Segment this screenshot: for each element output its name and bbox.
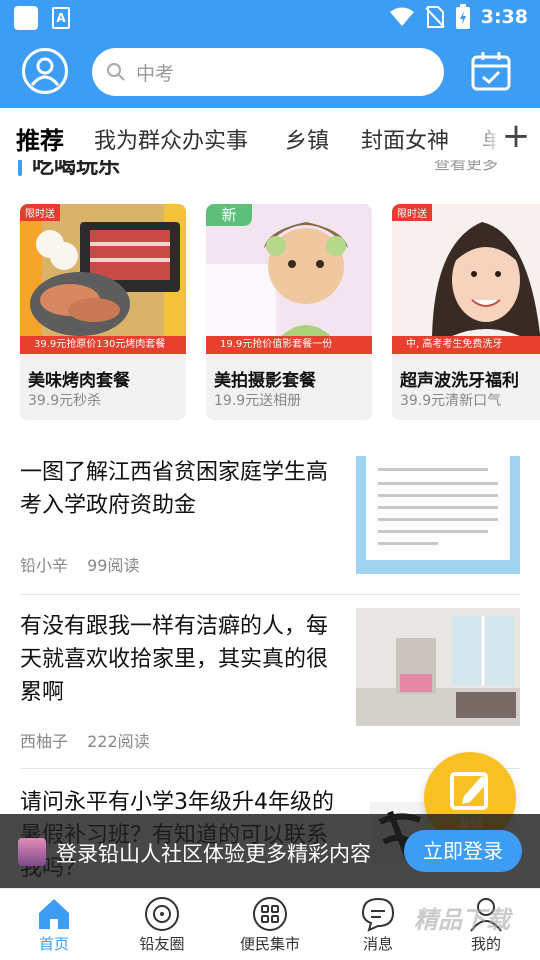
- card-image-banner: 19.9元抢价值影套餐一份: [206, 336, 372, 354]
- article-meta: 西柚子 222阅读: [20, 728, 164, 752]
- add-tab-button[interactable]: +: [496, 118, 536, 158]
- battery-charging-icon: [455, 4, 470, 29]
- article-reads: 222阅读: [87, 732, 150, 751]
- user-icon: [30, 57, 60, 86]
- card-image-banner: 中, 高考考生免费洗牙: [392, 336, 540, 354]
- tab-serve-people[interactable]: 我为群众办实事: [94, 123, 248, 155]
- message-icon: [361, 897, 395, 932]
- promo-card-bbq[interactable]: 限时送 39.9元抢原价130元烤肉套餐 美味烤肉套餐 39.9元秒杀: [20, 204, 186, 420]
- login-banner: 登录铅山人社区体验更多精彩内容 立即登录: [0, 814, 540, 888]
- article-title: 有没有跟我一样有洁癖的人，每天就喜欢收拾家里，其实真的很累啊: [20, 614, 329, 705]
- calendar-check-icon: [471, 52, 511, 91]
- article-author: 西柚子: [20, 732, 69, 751]
- article-thumbnail: [356, 608, 520, 726]
- login-button[interactable]: 立即登录: [404, 830, 522, 872]
- article-item[interactable]: 一图了解江西省贫困家庭学生高考入学政府资助金 铅小辛 99阅读: [0, 456, 540, 586]
- article-thumbnail: [356, 456, 520, 574]
- promo-card-dental[interactable]: 限时送 中, 高考考生免费洗牙 超声波洗牙福利 39.9元清新口气: [392, 204, 540, 420]
- card-title: 超声波洗牙福利: [400, 371, 519, 391]
- nav-profile-label: 我的: [470, 935, 501, 953]
- nav-messages-label: 消息: [362, 935, 393, 953]
- status-bar: A 3:38: [0, 0, 540, 36]
- promo-card-photo[interactable]: 新 19.9元抢价值影套餐一份 美拍摄影套餐 19.9元送相册: [206, 204, 372, 420]
- login-banner-text: 登录铅山人社区体验更多精彩内容: [56, 842, 371, 866]
- section-title: 吃喝玩乐: [32, 160, 121, 179]
- checkin-calendar-button[interactable]: [470, 50, 512, 92]
- article-author: 铅小辛: [20, 556, 69, 575]
- app-header: 中考: [0, 36, 540, 108]
- user-avatar-button[interactable]: [22, 48, 68, 94]
- search-bar[interactable]: 中考: [92, 48, 444, 96]
- dental-image: 限时送 中, 高考考生免费洗牙: [392, 204, 540, 354]
- nav-home-label: 首页: [38, 935, 69, 953]
- article-reads: 99阅读: [87, 556, 140, 575]
- section-header: 吃喝玩乐 查看更多: [0, 160, 540, 182]
- nav-market-label: 便民集市: [239, 935, 300, 953]
- notification-a-icon: A: [52, 7, 70, 29]
- article-meta: 铅小辛 99阅读: [20, 552, 153, 576]
- section-accent-bar: [18, 160, 22, 176]
- card-subtitle: 39.9元秒杀: [28, 393, 102, 409]
- nav-home[interactable]: 首页: [0, 889, 108, 960]
- card-image-banner: 39.9元抢原价130元烤肉套餐: [20, 336, 186, 354]
- status-time: 3:38: [480, 6, 528, 28]
- search-icon: [107, 63, 125, 81]
- card-title: 美拍摄影套餐: [214, 371, 316, 391]
- photo-image: 新 19.9元抢价值影套餐一份: [206, 204, 372, 354]
- nav-friends-circle[interactable]: 铅友圈: [108, 889, 216, 960]
- tab-cover-goddess[interactable]: 封面女神: [361, 123, 449, 155]
- new-badge: 新: [206, 204, 252, 226]
- grid-icon: [253, 897, 287, 931]
- tab-recommend[interactable]: 推荐: [16, 121, 64, 156]
- no-sim-icon: [425, 6, 445, 28]
- divider: [20, 594, 520, 595]
- article-item[interactable]: 有没有跟我一样有洁癖的人，每天就喜欢收拾家里，其实真的很累啊 西柚子 222阅读: [0, 608, 540, 758]
- notification-app-icon: [14, 6, 38, 30]
- card-corner-tag: 限时送: [392, 204, 432, 221]
- card-title: 美味烤肉套餐: [28, 371, 130, 391]
- app-logo-icon: [18, 838, 46, 866]
- tab-towns[interactable]: 乡镇: [285, 123, 329, 155]
- wifi-icon: [389, 7, 414, 26]
- section-more-link[interactable]: 查看更多: [434, 160, 498, 174]
- nav-market[interactable]: 便民集市: [216, 889, 324, 960]
- home-icon: [39, 899, 69, 929]
- card-corner-tag: 限时送: [20, 204, 60, 221]
- article-title: 一图了解江西省贫困家庭学生高考入学政府资助金: [20, 460, 329, 518]
- bbq-image: 限时送 39.9元抢原价130元烤肉套餐: [20, 204, 186, 354]
- card-subtitle: 39.9元清新口气: [400, 393, 502, 409]
- category-tabs: 推荐 我为群众办实事 乡镇 封面女神 单 +: [0, 108, 540, 168]
- search-placeholder: 中考: [136, 62, 175, 85]
- card-subtitle: 19.9元送相册: [214, 393, 302, 409]
- circle-icon: [145, 897, 179, 931]
- nav-friends-circle-label: 铅友圈: [139, 935, 185, 953]
- watermark-text: 精品下载: [414, 906, 510, 934]
